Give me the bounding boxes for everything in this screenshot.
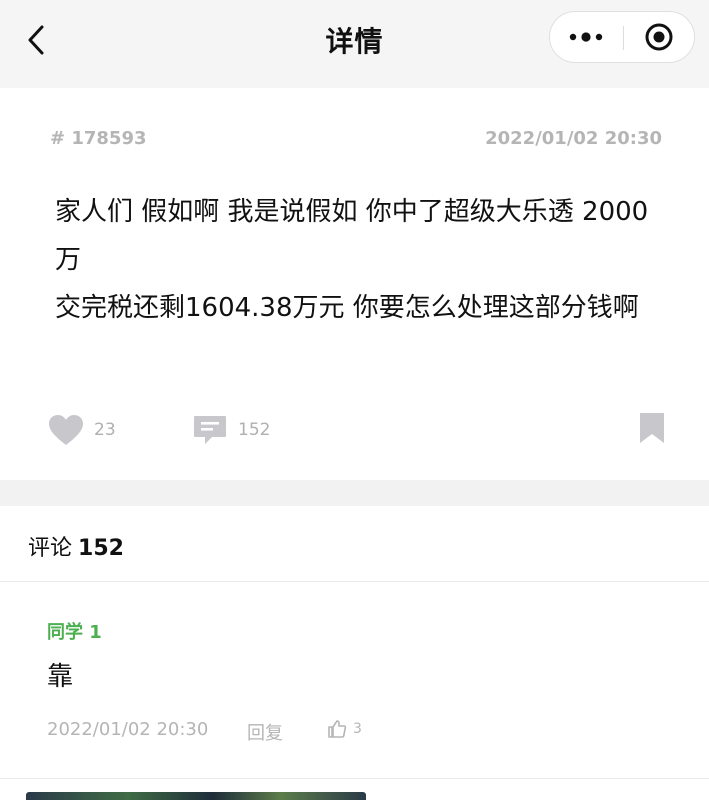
post-content-line: 家人们 假如啊 我是说假如 你中了超级大乐透 2000万 — [55, 197, 649, 275]
reply-button[interactable]: 回复 — [247, 719, 283, 745]
more-dots-icon — [569, 32, 603, 42]
like-count: 23 — [94, 420, 116, 440]
post-timestamp: 2022/01/02 20:30 — [485, 128, 662, 149]
more-button[interactable] — [550, 12, 622, 62]
close-button[interactable] — [624, 12, 694, 62]
divider — [0, 778, 709, 779]
navigation-bar: 详情 — [0, 0, 709, 88]
post-id: # 178593 — [50, 128, 147, 149]
post-content-line: 交完税还剩1604.38万元 你要怎么处理这部分钱啊 — [55, 293, 639, 323]
like-button[interactable]: 23 — [48, 414, 116, 446]
heart-icon — [49, 415, 83, 445]
comment-like-count: 3 — [353, 721, 362, 737]
thumbs-up-icon — [328, 720, 347, 738]
comment-button[interactable]: 152 — [192, 414, 270, 446]
comments-header: 评论 152 — [28, 530, 124, 562]
bookmark-button[interactable] — [638, 412, 666, 444]
post-content: 家人们 假如啊 我是说假如 你中了超级大乐透 2000万 交完税还剩1604.3… — [55, 188, 660, 332]
divider — [0, 581, 709, 582]
comment-text: 靠 — [47, 662, 74, 692]
comment-bubble-icon — [194, 416, 226, 444]
comment-count: 152 — [238, 420, 271, 440]
mini-program-capsule — [549, 11, 695, 63]
next-comment-image-preview — [26, 792, 366, 800]
comments-count: 152 — [78, 536, 124, 561]
comment-author[interactable]: 同学 1 — [47, 618, 102, 644]
bookmark-icon — [640, 413, 664, 443]
comment-like-button[interactable]: 3 — [327, 719, 362, 739]
post-card: # 178593 2022/01/02 20:30 家人们 假如啊 我是说假如 … — [0, 88, 709, 480]
target-close-icon — [645, 23, 673, 51]
comments-label: 评论 — [28, 536, 73, 561]
comment-timestamp: 2022/01/02 20:30 — [47, 719, 209, 740]
comments-section: 评论 152 同学 1 靠 2022/01/02 20:30 回复 3 — [0, 506, 709, 800]
